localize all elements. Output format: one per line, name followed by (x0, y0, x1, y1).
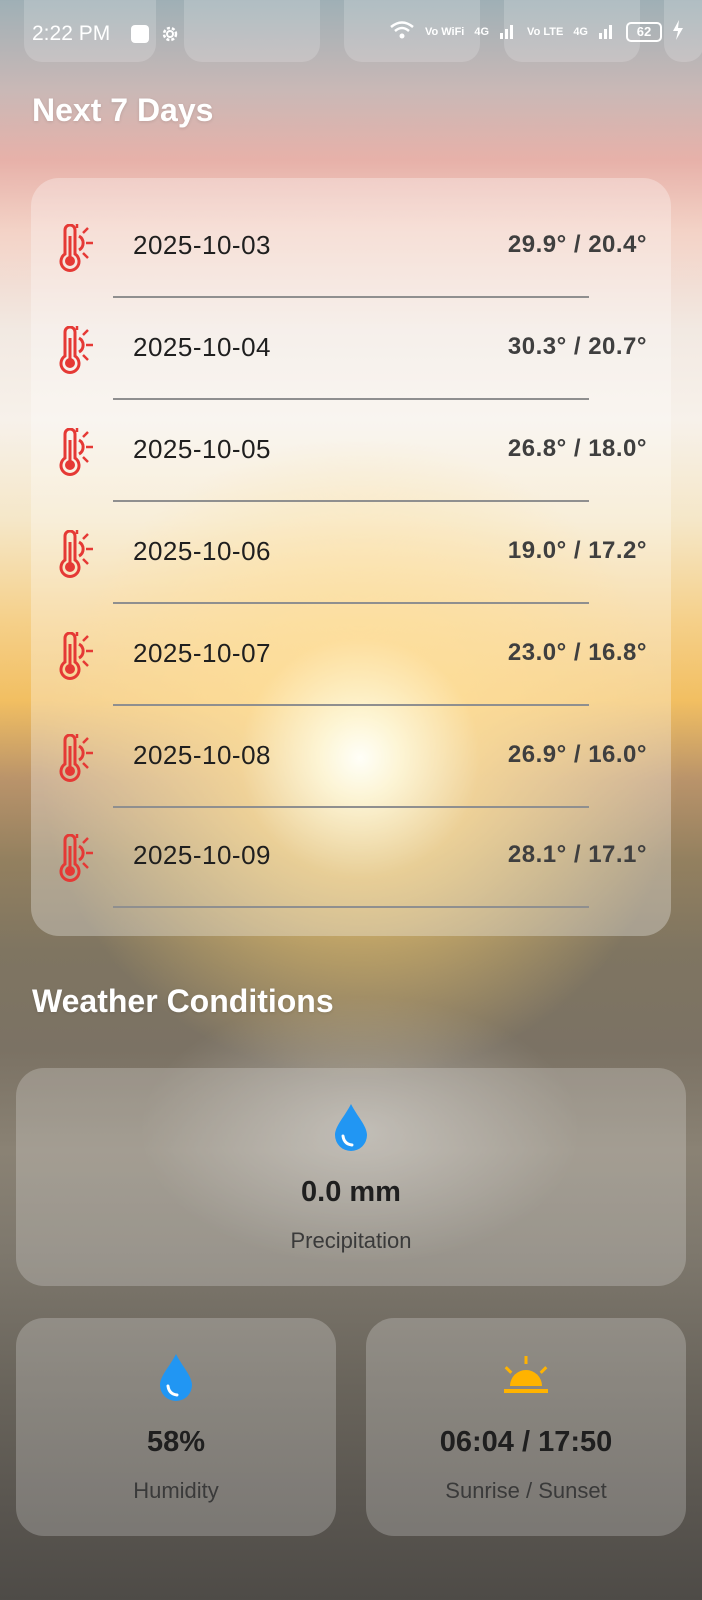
network-label: Vo LTE (527, 25, 564, 38)
network-label: 4G (474, 25, 490, 38)
sunrise-icon (502, 1356, 550, 1401)
forecast-date: 2025-10-04 (133, 332, 271, 362)
forecast-temps: 30.3° / 20.7° (507, 333, 647, 360)
forecast-row: 2025-10-03 29.9° / 20.4° (31, 196, 671, 298)
forecast-temps: 23.0° / 16.8° (507, 639, 647, 666)
row-divider (113, 906, 589, 908)
forecast-row: 2025-10-09 28.1° / 17.1° (31, 806, 671, 908)
forecast-row: 2025-10-08 26.9° / 16.0° (31, 706, 671, 808)
network-label: 4G (573, 25, 588, 38)
signal-icon (499, 21, 517, 42)
precipitation-card: 0.0 mm Precipitation (16, 1068, 686, 1286)
forecast-row: 2025-10-07 23.0° / 16.8° (31, 604, 671, 706)
wifi-icon (389, 20, 415, 43)
humidity-value: 58% (146, 1426, 206, 1458)
forecast-date: 2025-10-07 (133, 638, 271, 668)
thermometer-sun-icon (55, 631, 99, 682)
status-bar: 2:22 PM Vo WiFi 4G Vo LTE 4G 62 (0, 0, 702, 70)
network-label: Vo WiFi (424, 25, 465, 38)
settings-gear-icon (160, 24, 180, 44)
water-drop-icon (156, 1352, 196, 1407)
forecast-temps: 26.8° / 18.0° (507, 435, 647, 462)
humidity-label: Humidity (133, 1478, 219, 1503)
status-icons: Vo WiFi 4G Vo LTE 4G 62 (389, 20, 684, 43)
forecast-row: 2025-10-06 19.0° / 17.2° (31, 502, 671, 604)
forecast-date: 2025-10-06 (133, 536, 271, 566)
water-drop-icon (331, 1102, 371, 1157)
forecast-date: 2025-10-08 (133, 740, 271, 770)
signal-icon (598, 21, 616, 42)
humidity-card: 58% Humidity (16, 1318, 336, 1536)
forecast-row: 2025-10-04 30.3° / 20.7° (31, 298, 671, 400)
forecast-temps: 26.9° / 16.0° (507, 741, 647, 768)
status-pill (184, 0, 320, 62)
battery-icon: 62 (626, 21, 662, 42)
thermometer-sun-icon (55, 427, 99, 478)
forecast-temps: 29.9° / 20.4° (507, 231, 647, 258)
forecast-title: Next 7 Days (32, 92, 214, 128)
thermometer-sun-icon (55, 733, 99, 784)
precipitation-label: Precipitation (290, 1228, 412, 1253)
charging-bolt-icon (672, 20, 684, 43)
thermometer-sun-icon (55, 833, 99, 884)
forecast-temps: 19.0° / 17.2° (507, 537, 647, 564)
thermometer-sun-icon (55, 529, 99, 580)
thermometer-sun-icon (55, 325, 99, 376)
forecast-card: 2025-10-03 29.9° / 20.4° 2025-10-04 30.3° /… (31, 178, 671, 936)
conditions-title: Weather Conditions (32, 983, 334, 1019)
forecast-date: 2025-10-05 (133, 434, 271, 464)
sunrise-sunset-label: Sunrise / Sunset (445, 1478, 607, 1503)
thermometer-sun-icon (55, 223, 99, 274)
forecast-row: 2025-10-05 26.8° / 18.0° (31, 400, 671, 502)
precipitation-value: 0.0 mm (301, 1176, 401, 1208)
forecast-date: 2025-10-09 (133, 840, 271, 870)
forecast-temps: 28.1° / 17.1° (507, 841, 647, 868)
status-time: 2:22 PM (32, 22, 111, 45)
app-notification-icon (130, 24, 150, 44)
forecast-date: 2025-10-03 (133, 230, 271, 260)
sunrise-sunset-card: 06:04 / 17:50 Sunrise / Sunset (366, 1318, 686, 1536)
sunrise-sunset-value: 06:04 / 17:50 (439, 1426, 613, 1458)
